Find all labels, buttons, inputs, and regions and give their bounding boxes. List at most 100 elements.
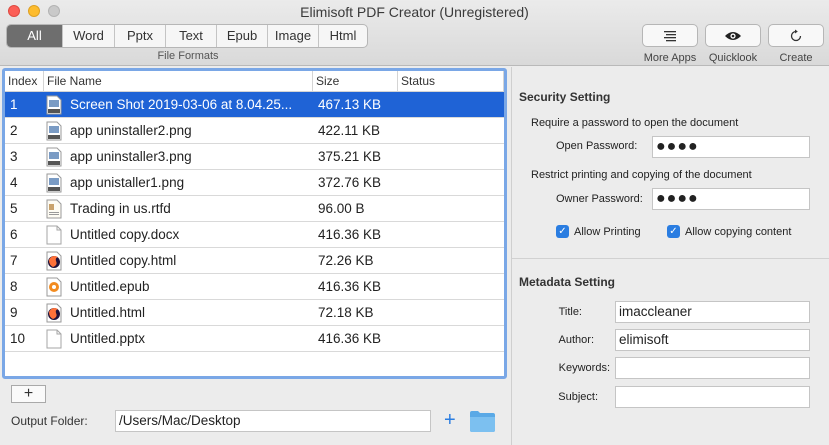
folder-icon[interactable] — [469, 409, 496, 433]
file-table[interactable]: Index File Name Size Status 1 Screen Shot… — [2, 68, 507, 379]
row-file-name: Untitled.pptx — [44, 326, 313, 351]
metadata-setting-title: Metadata Setting — [519, 275, 616, 289]
more-apps-tool[interactable]: More Apps — [642, 24, 698, 64]
format-tab-word[interactable]: Word — [63, 25, 115, 47]
row-index: 10 — [10, 331, 26, 346]
restrict-description: Restrict printing and copying of the doc… — [531, 169, 752, 181]
row-status — [398, 326, 504, 351]
row-status — [398, 170, 504, 195]
add-file-button[interactable]: + — [11, 385, 46, 403]
png-file-icon — [46, 147, 62, 167]
row-file-name: Untitled.epub — [44, 274, 313, 299]
table-row[interactable]: 8 Untitled.epub 416.36 KB — [5, 274, 504, 300]
png-file-icon — [46, 121, 62, 141]
table-row[interactable]: 10 Untitled.pptx 416.36 KB — [5, 326, 504, 352]
window-title: Elimisoft PDF Creator (Unregistered) — [300, 4, 529, 20]
file-name-text: Screen Shot 2019-03-06 at 8.04.25... — [70, 96, 293, 112]
row-size: 467.13 KB — [318, 97, 382, 112]
open-password-label: Open Password: — [556, 140, 638, 152]
create-tool[interactable]: Create — [768, 24, 824, 64]
file-format-segmented-control: All Word Pptx Text Epub Image Html — [6, 24, 368, 48]
table-header: Index File Name Size Status — [5, 71, 504, 92]
column-header-size[interactable]: Size — [313, 71, 398, 91]
row-file-name: app uninstaller3.png — [44, 144, 313, 169]
keywords-field[interactable] — [615, 357, 810, 379]
format-tab-image[interactable]: Image — [268, 25, 319, 47]
row-size: 72.18 KB — [318, 305, 374, 320]
table-body: 1 Screen Shot 2019-03-06 at 8.04.25... 467… — [5, 92, 504, 352]
row-size: 372.76 KB — [318, 175, 382, 190]
row-index: 4 — [10, 175, 18, 190]
format-tab-pptx[interactable]: Pptx — [115, 25, 166, 47]
title-field[interactable]: imaccleaner — [615, 301, 810, 323]
firefox-html-icon — [46, 303, 62, 323]
keywords-label: Keywords: — [558, 362, 610, 374]
subject-field[interactable] — [615, 386, 810, 408]
row-file-name: app unistaller1.png — [44, 170, 313, 195]
column-header-status[interactable]: Status — [398, 71, 504, 91]
allow-printing-label: Allow Printing — [574, 225, 641, 238]
column-header-index[interactable]: Index — [5, 71, 44, 91]
table-row[interactable]: 3 app uninstaller3.png 375.21 KB — [5, 144, 504, 170]
output-folder-field[interactable]: /Users/Mac/Desktop — [115, 410, 431, 432]
choose-folder-plus-button[interactable]: + — [444, 409, 456, 431]
format-tab-html[interactable]: Html — [319, 25, 367, 47]
create-button[interactable] — [768, 24, 824, 47]
table-row[interactable]: 2 app uninstaller2.png 422.11 KB — [5, 118, 504, 144]
row-index: 8 — [10, 279, 18, 294]
column-header-file-name[interactable]: File Name — [44, 71, 313, 91]
window-toolbar: Elimisoft PDF Creator (Unregistered) All… — [0, 0, 829, 66]
row-status — [398, 196, 504, 221]
list-icon — [664, 30, 676, 41]
table-row[interactable]: 7 Untitled copy.html 72.26 KB — [5, 248, 504, 274]
row-index: 9 — [10, 305, 18, 320]
row-size: 72.26 KB — [318, 253, 374, 268]
quicklook-tool[interactable]: Quicklook — [705, 24, 761, 64]
author-label: Author: — [558, 334, 594, 346]
row-status — [398, 248, 504, 273]
row-index: 5 — [10, 201, 18, 216]
table-row[interactable]: 4 app unistaller1.png 372.76 KB — [5, 170, 504, 196]
section-divider — [512, 258, 829, 259]
file-name-text: Trading in us.rtfd — [70, 200, 171, 216]
title-label: Title: — [558, 306, 582, 318]
row-file-name: Screen Shot 2019-03-06 at 8.04.25... — [44, 92, 313, 117]
format-tab-text[interactable]: Text — [166, 25, 217, 47]
allow-printing-checkbox[interactable]: ✓ Allow Printing — [556, 225, 641, 238]
file-name-text: Untitled copy.html — [70, 252, 177, 268]
table-row[interactable]: 5 Trading in us.rtfd 96.00 B — [5, 196, 504, 222]
panel-divider — [511, 67, 512, 445]
row-status — [398, 300, 504, 325]
format-tab-all[interactable]: All — [7, 25, 63, 47]
file-name-text: Untitled.epub — [70, 278, 150, 294]
row-file-name: Untitled copy.docx — [44, 222, 313, 247]
row-index: 2 — [10, 123, 18, 138]
author-field[interactable]: elimisoft — [615, 329, 810, 351]
format-tab-epub[interactable]: Epub — [217, 25, 268, 47]
quicklook-button[interactable] — [705, 24, 761, 47]
firefox-html-icon — [46, 251, 62, 271]
row-index: 3 — [10, 149, 18, 164]
table-row[interactable]: 9 Untitled.html 72.18 KB — [5, 300, 504, 326]
more-apps-button[interactable] — [642, 24, 698, 47]
row-size: 96.00 B — [318, 201, 365, 216]
file-formats-caption: File Formats — [157, 50, 219, 62]
allow-copying-checkbox[interactable]: ✓ Allow copying content — [667, 225, 791, 238]
row-file-name: app uninstaller2.png — [44, 118, 313, 143]
owner-password-field[interactable]: ●●●● — [652, 188, 810, 210]
row-size: 416.36 KB — [318, 331, 382, 346]
file-name-text: Untitled.html — [70, 304, 146, 320]
row-status — [398, 92, 504, 117]
security-setting-title: Security Setting — [519, 90, 611, 104]
file-name-text: Untitled copy.docx — [70, 226, 180, 242]
open-password-field[interactable]: ●●●● — [652, 136, 810, 158]
table-row[interactable]: 1 Screen Shot 2019-03-06 at 8.04.25... 467… — [5, 92, 504, 118]
table-row[interactable]: 6 Untitled copy.docx 416.36 KB — [5, 222, 504, 248]
row-size: 375.21 KB — [318, 149, 382, 164]
row-index: 7 — [10, 253, 18, 268]
row-status — [398, 118, 504, 143]
more-apps-label: More Apps — [643, 52, 697, 64]
create-label: Create — [779, 52, 813, 64]
row-status — [398, 274, 504, 299]
row-status — [398, 144, 504, 169]
